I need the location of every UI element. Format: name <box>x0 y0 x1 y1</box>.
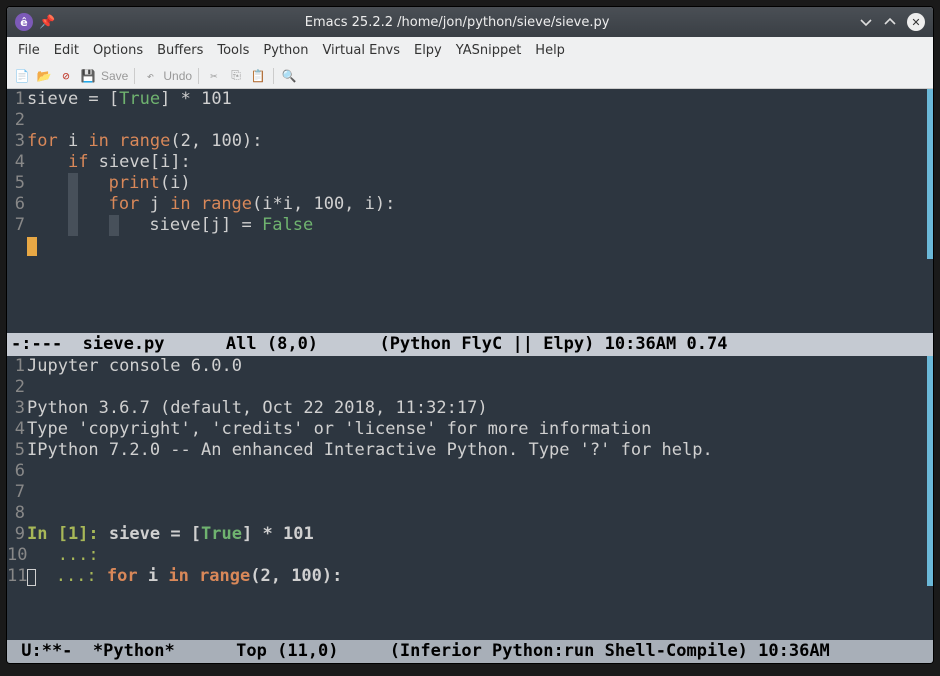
close-button[interactable]: ✕ <box>907 13 925 31</box>
cut-icon[interactable]: ✂ <box>205 67 223 85</box>
line-number: 2 <box>7 110 27 131</box>
line-number: 2 <box>7 377 27 398</box>
line-number: 11 <box>7 566 27 587</box>
menu-elpy[interactable]: Elpy <box>407 40 449 61</box>
emacs-logo-icon: ê <box>15 13 33 31</box>
line-number: 4 <box>7 152 27 173</box>
line-number: 9 <box>7 524 27 545</box>
editor-area: 1sieve = [True] * 101 2 3for i in range(… <box>7 89 933 663</box>
ipython-prompt: In [1]: <box>27 524 109 544</box>
line-number: 6 <box>7 194 27 215</box>
code-buffer[interactable]: 1sieve = [True] * 101 2 3for i in range(… <box>7 89 933 333</box>
scrollbar[interactable] <box>927 356 933 586</box>
line-number: 5 <box>7 440 27 461</box>
modeline-inactive[interactable]: U:**- *Python* Top (11,0) (Inferior Pyth… <box>7 640 933 663</box>
line-number: 3 <box>7 398 27 419</box>
new-file-icon[interactable]: 📄 <box>13 67 31 85</box>
menu-python[interactable]: Python <box>256 40 315 61</box>
line-number: 1 <box>7 89 27 110</box>
line-number: 4 <box>7 419 27 440</box>
line-number: 10 <box>7 545 27 566</box>
open-folder-icon[interactable]: 📂 <box>35 67 53 85</box>
paste-icon[interactable]: 📋 <box>249 67 267 85</box>
menu-help[interactable]: Help <box>528 40 572 61</box>
ipython-continuation-prompt: ...: <box>27 545 109 565</box>
menu-buffers[interactable]: Buffers <box>150 40 210 61</box>
emacs-window: ê 📌 Emacs 25.2.2 /home/jon/python/sieve/… <box>6 6 934 664</box>
menu-edit[interactable]: Edit <box>47 40 86 61</box>
indent-guide <box>109 215 119 236</box>
window-title: Emacs 25.2.2 /home/jon/python/sieve/siev… <box>55 15 859 30</box>
indent-guide <box>68 194 78 215</box>
menu-tools[interactable]: Tools <box>210 40 256 61</box>
undo-icon[interactable]: ↶ <box>141 67 159 85</box>
line-number: 8 <box>7 503 27 524</box>
copy-icon[interactable]: ⎘ <box>227 67 245 85</box>
save-label[interactable]: Save <box>101 69 128 83</box>
indent-guide <box>68 173 78 194</box>
undo-label[interactable]: Undo <box>163 69 192 83</box>
search-icon[interactable]: 🔍 <box>280 67 298 85</box>
toolbar: 📄 📂 ⊘ 💾 Save ↶ Undo ✂ ⎘ 📋 🔍 <box>7 63 933 89</box>
menubar: File Edit Options Buffers Tools Python V… <box>7 37 933 63</box>
menu-file[interactable]: File <box>11 40 47 61</box>
line-number: 5 <box>7 173 27 194</box>
line-number: 7 <box>7 482 27 503</box>
pin-icon[interactable]: 📌 <box>39 15 55 30</box>
toolbar-separator <box>273 68 274 84</box>
cursor <box>27 237 37 256</box>
menu-options[interactable]: Options <box>86 40 150 61</box>
line-number: 3 <box>7 131 27 152</box>
menu-virtual-envs[interactable]: Virtual Envs <box>315 40 407 61</box>
modeline-active[interactable]: -:--- sieve.py All (8,0) (Python FlyC ||… <box>7 333 933 356</box>
line-number: 6 <box>7 461 27 482</box>
toolbar-separator <box>134 68 135 84</box>
line-number <box>7 236 27 257</box>
python-shell-buffer[interactable]: 1Jupyter console 6.0.0 2 3Python 3.6.7 (… <box>7 356 933 640</box>
indent-guide <box>68 215 78 236</box>
scrollbar[interactable] <box>927 89 933 259</box>
menu-yasnippet[interactable]: YASnippet <box>449 40 529 61</box>
close-doc-icon[interactable]: ⊘ <box>57 67 75 85</box>
line-number: 7 <box>7 215 27 236</box>
maximize-button[interactable] <box>883 15 897 29</box>
minimize-button[interactable] <box>859 15 873 29</box>
line-number: 1 <box>7 356 27 377</box>
save-icon[interactable]: 💾 <box>79 67 97 85</box>
toolbar-separator <box>198 68 199 84</box>
ipython-continuation-prompt: ...: <box>25 566 107 586</box>
titlebar[interactable]: ê 📌 Emacs 25.2.2 /home/jon/python/sieve/… <box>7 7 933 37</box>
